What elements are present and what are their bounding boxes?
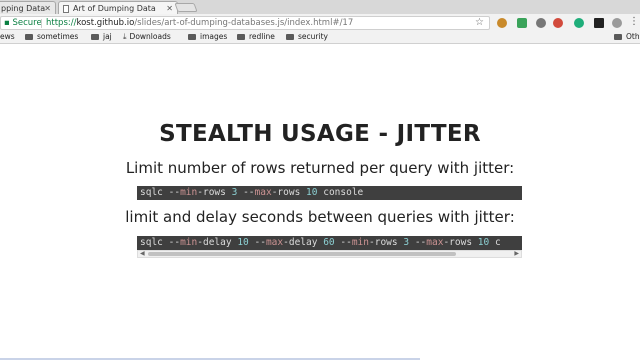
- code-block-1: sqlc --min-rows 3 --max-rows 10 console: [137, 186, 522, 200]
- tab-previous[interactable]: pping Data ✕: [0, 1, 56, 14]
- bookmark-item[interactable]: ⤓ Downloads: [123, 31, 171, 43]
- bookmark-folder[interactable]: redline: [237, 31, 275, 43]
- tab-title: Art of Dumping Data: [73, 4, 156, 13]
- extension-red-icon[interactable]: [553, 18, 563, 28]
- folder-icon: [25, 33, 33, 40]
- folder-icon: [237, 33, 245, 40]
- extension-gray-icon[interactable]: [536, 18, 546, 28]
- code-block-2: sqlc --min-delay 10 --max-delay 60 --min…: [137, 236, 522, 250]
- folder-icon: [286, 33, 294, 40]
- close-icon[interactable]: ✕: [166, 2, 173, 14]
- bookmark-folder[interactable]: jaj: [91, 31, 112, 43]
- star-icon[interactable]: ☆: [475, 17, 484, 29]
- lock-icon: ▪: [4, 18, 10, 28]
- extension-info-icon[interactable]: [612, 18, 622, 28]
- bookmark-folder[interactable]: sometimes: [25, 31, 78, 43]
- url-text[interactable]: https://kost.github.io/slides/art-of-dum…: [46, 17, 353, 29]
- tab-strip: pping Data ✕ Art of Dumping Data ✕: [0, 0, 640, 14]
- close-icon[interactable]: ✕: [44, 2, 51, 14]
- slide-caption-2: limit and delay seconds between queries …: [125, 208, 515, 226]
- slide-caption-1: Limit number of rows returned per query …: [125, 159, 515, 177]
- bookmark-folder[interactable]: images: [188, 31, 227, 43]
- extension-js-icon[interactable]: [574, 18, 584, 28]
- folder-icon: [91, 33, 99, 40]
- extension-w-icon[interactable]: [594, 18, 604, 28]
- tab-active[interactable]: Art of Dumping Data ✕: [58, 1, 178, 14]
- page-icon: [63, 5, 69, 13]
- folder-icon: [188, 33, 196, 40]
- extension-green-icon[interactable]: [517, 18, 527, 28]
- new-tab-button[interactable]: [174, 3, 198, 12]
- folder-icon: [614, 33, 622, 40]
- toolbar: ▪ Secure https://kost.github.io/slides/a…: [0, 14, 640, 31]
- bookmark-folder[interactable]: security: [286, 31, 328, 43]
- download-icon: ⤓: [123, 32, 127, 41]
- scroll-thumb[interactable]: [148, 252, 456, 256]
- bookmarks-bar: ews sometimes jaj ⤓ Downloads images redl…: [0, 31, 640, 44]
- slide-title: STEALTH USAGE - JITTER: [159, 121, 481, 147]
- menu-icon[interactable]: ⋮: [629, 16, 639, 27]
- scroll-left-icon[interactable]: ◀: [140, 250, 145, 257]
- tab-title: pping Data: [1, 4, 46, 13]
- scroll-right-icon[interactable]: ▶: [514, 250, 519, 257]
- code-scrollbar[interactable]: ◀ ▶: [137, 250, 522, 258]
- bookmark-item[interactable]: ews: [0, 31, 15, 43]
- address-bar[interactable]: ▪ Secure https://kost.github.io/slides/a…: [0, 16, 490, 30]
- extension-fox-icon[interactable]: [497, 18, 507, 28]
- secure-indicator[interactable]: ▪ Secure: [4, 17, 42, 29]
- divider: [41, 19, 42, 28]
- bookmark-folder[interactable]: Oth: [614, 31, 640, 43]
